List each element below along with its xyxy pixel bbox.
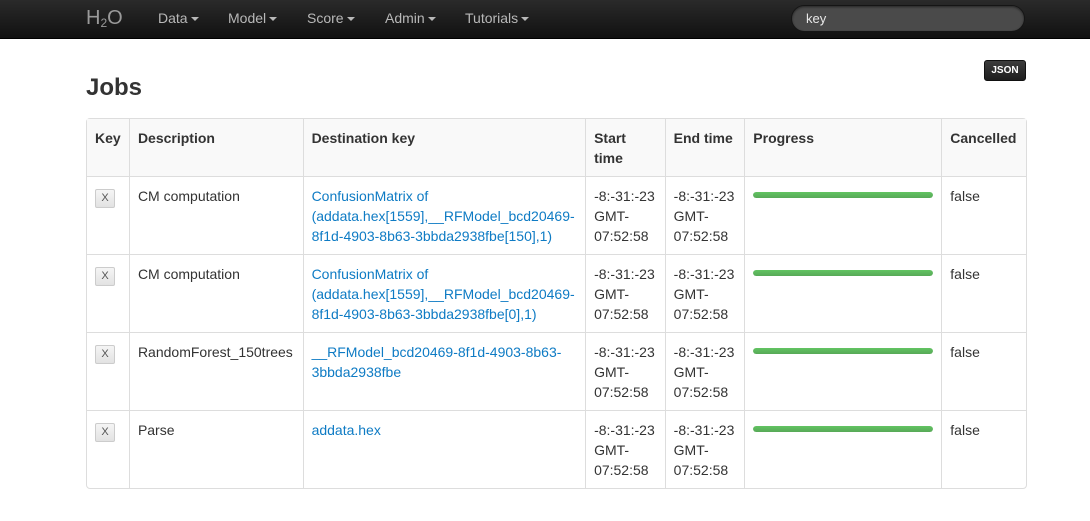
- key-cell: X: [87, 254, 129, 332]
- caret-down-icon: [427, 17, 436, 22]
- destination-cell: __RFModel_bcd20469-8f1d-4903-8b63-3bbda2…: [302, 332, 586, 410]
- destination-key-link[interactable]: ConfusionMatrix of (addata.hex[1559],__R…: [312, 264, 578, 324]
- progress-bar: [753, 426, 934, 432]
- end-time-cell: -8:-31:-23 GMT-07:52:58: [664, 176, 745, 254]
- destination-key-link[interactable]: ConfusionMatrix of (addata.hex[1559],__R…: [312, 186, 578, 246]
- description-cell: CM computation: [128, 254, 303, 332]
- progress-bar: [753, 270, 934, 276]
- cancelled-cell: false: [941, 332, 1026, 410]
- progress-bar-fill: [753, 270, 934, 276]
- description-cell: RandomForest_150trees: [128, 332, 303, 410]
- cancelled-cell: false: [941, 176, 1026, 254]
- caret-down-icon: [190, 17, 199, 22]
- progress-cell: [744, 410, 942, 488]
- end-time-cell: -8:-31:-23 GMT-07:52:58: [664, 332, 745, 410]
- cancel-job-button[interactable]: X: [95, 423, 115, 442]
- caret-down-icon: [521, 17, 530, 22]
- destination-cell: ConfusionMatrix of (addata.hex[1559],__R…: [302, 176, 586, 254]
- header-start-time: Start time: [585, 119, 665, 176]
- key-cell: X: [87, 410, 129, 488]
- header-progress: Progress: [744, 119, 942, 176]
- cancelled-cell: false: [941, 254, 1026, 332]
- header-end-time: End time: [664, 119, 745, 176]
- jobs-table: Key Description Destination key Start ti…: [86, 118, 1027, 489]
- header-description: Description: [128, 119, 303, 176]
- start-time-cell: -8:-31:-23 GMT-07:52:58: [585, 410, 665, 488]
- progress-bar-fill: [753, 426, 934, 432]
- nav-menu-data[interactable]: Data: [158, 10, 199, 26]
- caret-down-icon: [346, 17, 355, 22]
- key-cell: X: [87, 176, 129, 254]
- destination-cell: addata.hex: [302, 410, 586, 488]
- nav-menu-score[interactable]: Score: [307, 10, 355, 26]
- progress-cell: [744, 332, 942, 410]
- cancelled-cell: false: [941, 410, 1026, 488]
- destination-key-link[interactable]: addata.hex: [312, 420, 578, 440]
- start-time-cell: -8:-31:-23 GMT-07:52:58: [585, 176, 665, 254]
- progress-bar: [753, 192, 934, 198]
- nav-menu-model[interactable]: Model: [228, 10, 278, 26]
- nav-menu-admin[interactable]: Admin: [385, 10, 436, 26]
- header-cancelled: Cancelled: [941, 119, 1026, 176]
- header-destination-key: Destination key: [302, 119, 586, 176]
- start-time-cell: -8:-31:-23 GMT-07:52:58: [585, 254, 665, 332]
- start-time-cell: -8:-31:-23 GMT-07:52:58: [585, 332, 665, 410]
- destination-cell: ConfusionMatrix of (addata.hex[1559],__R…: [302, 254, 586, 332]
- nav-menu-tutorials[interactable]: Tutorials: [465, 10, 530, 26]
- brand-logo[interactable]: H2O: [86, 7, 123, 30]
- top-navbar: H2O Data Model Score Admin Tutorials: [0, 0, 1090, 39]
- progress-bar: [753, 348, 934, 354]
- key-cell: X: [87, 332, 129, 410]
- progress-cell: [744, 254, 942, 332]
- progress-bar-fill: [753, 348, 934, 354]
- caret-down-icon: [269, 17, 278, 22]
- cancel-job-button[interactable]: X: [95, 345, 115, 364]
- end-time-cell: -8:-31:-23 GMT-07:52:58: [664, 254, 745, 332]
- description-cell: Parse: [128, 410, 303, 488]
- cancel-job-button[interactable]: X: [95, 267, 115, 286]
- header-key: Key: [87, 119, 129, 176]
- json-button[interactable]: JSON: [984, 60, 1026, 81]
- destination-key-link[interactable]: __RFModel_bcd20469-8f1d-4903-8b63-3bbda2…: [312, 342, 578, 382]
- progress-bar-fill: [753, 192, 934, 198]
- description-cell: CM computation: [128, 176, 303, 254]
- table-row: X CM computation ConfusionMatrix of (add…: [87, 176, 1026, 254]
- page-title: Jobs: [86, 74, 143, 101]
- progress-cell: [744, 176, 942, 254]
- cancel-job-button[interactable]: X: [95, 189, 115, 208]
- table-row: X CM computation ConfusionMatrix of (add…: [87, 254, 1026, 332]
- end-time-cell: -8:-31:-23 GMT-07:52:58: [664, 410, 745, 488]
- table-header-row: Key Description Destination key Start ti…: [87, 119, 1026, 176]
- search-input[interactable]: [791, 5, 1025, 32]
- table-row: X Parse addata.hex -8:-31:-23 GMT-07:52:…: [87, 410, 1026, 488]
- table-row: X RandomForest_150trees __RFModel_bcd204…: [87, 332, 1026, 410]
